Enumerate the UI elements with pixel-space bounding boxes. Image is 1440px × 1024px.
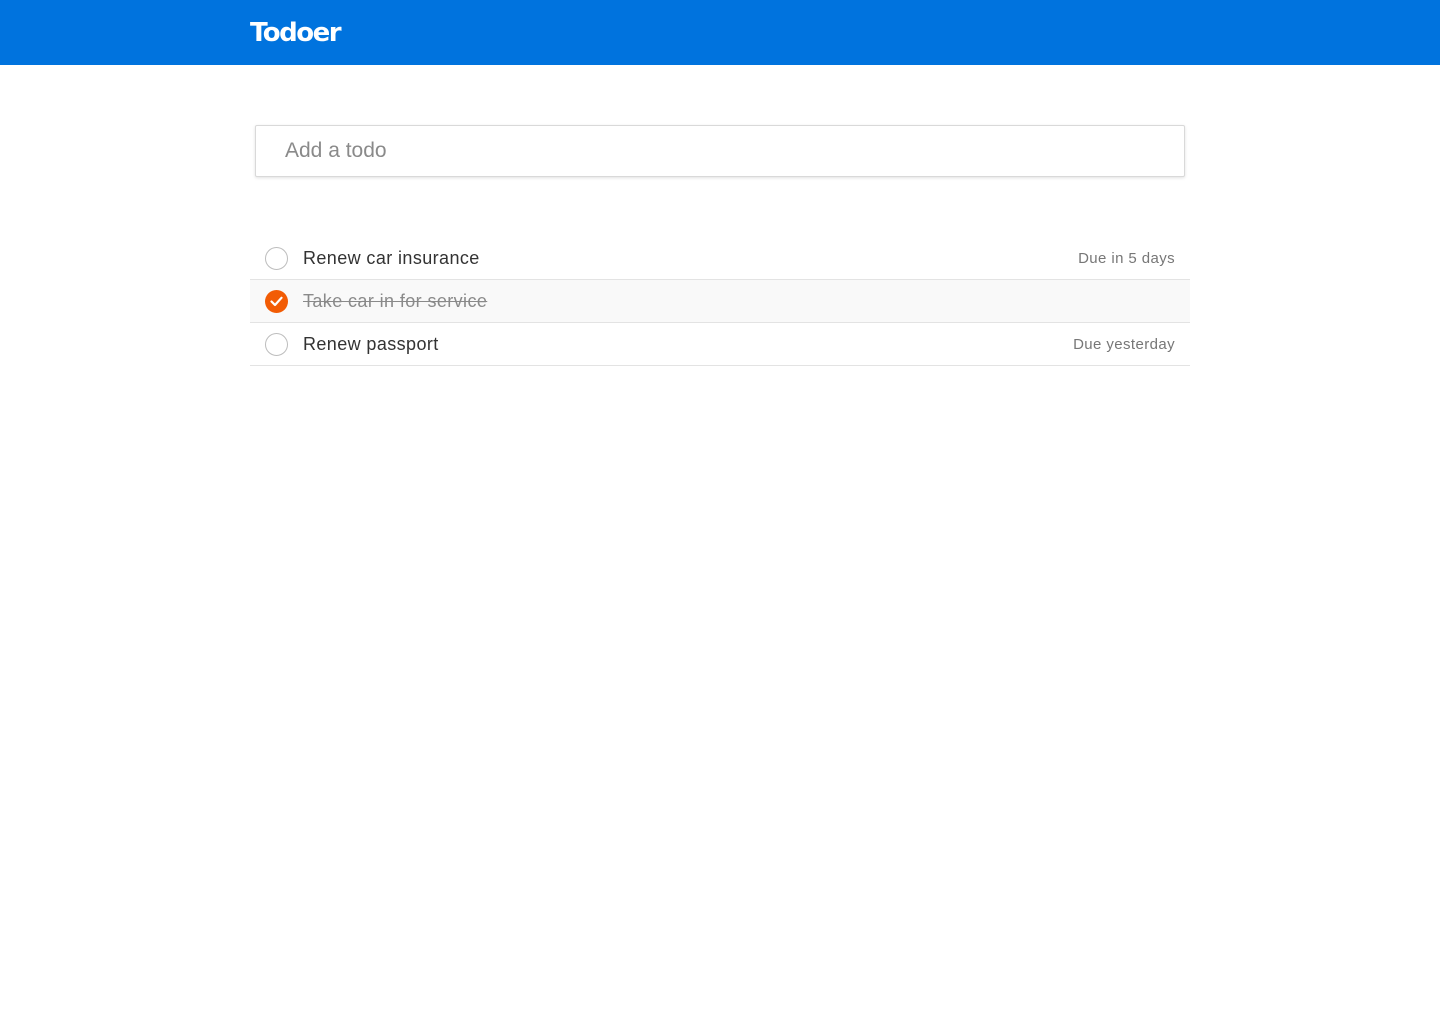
todo-checkbox[interactable] <box>265 247 288 270</box>
todo-item: Renew passport Due yesterday <box>250 323 1190 366</box>
todo-item: Take car in for service <box>250 280 1190 323</box>
todo-checkbox[interactable] <box>265 290 288 313</box>
todo-label[interactable]: Renew passport <box>303 334 439 355</box>
add-todo-input[interactable] <box>256 126 1184 176</box>
todo-checkbox[interactable] <box>265 333 288 356</box>
app-logo[interactable]: Todoer <box>250 16 342 50</box>
checkmark-icon <box>270 296 283 307</box>
todo-list: Renew car insurance Due in 5 days Take c… <box>250 237 1190 366</box>
todo-due-date: Due in 5 days <box>1078 250 1175 267</box>
app-header: Todoer <box>0 0 1440 65</box>
todo-item: Renew car insurance Due in 5 days <box>250 237 1190 280</box>
todo-label[interactable]: Take car in for service <box>303 291 487 312</box>
todo-due-date: Due yesterday <box>1073 336 1175 353</box>
add-todo-box <box>255 125 1185 177</box>
todo-label[interactable]: Renew car insurance <box>303 248 480 269</box>
